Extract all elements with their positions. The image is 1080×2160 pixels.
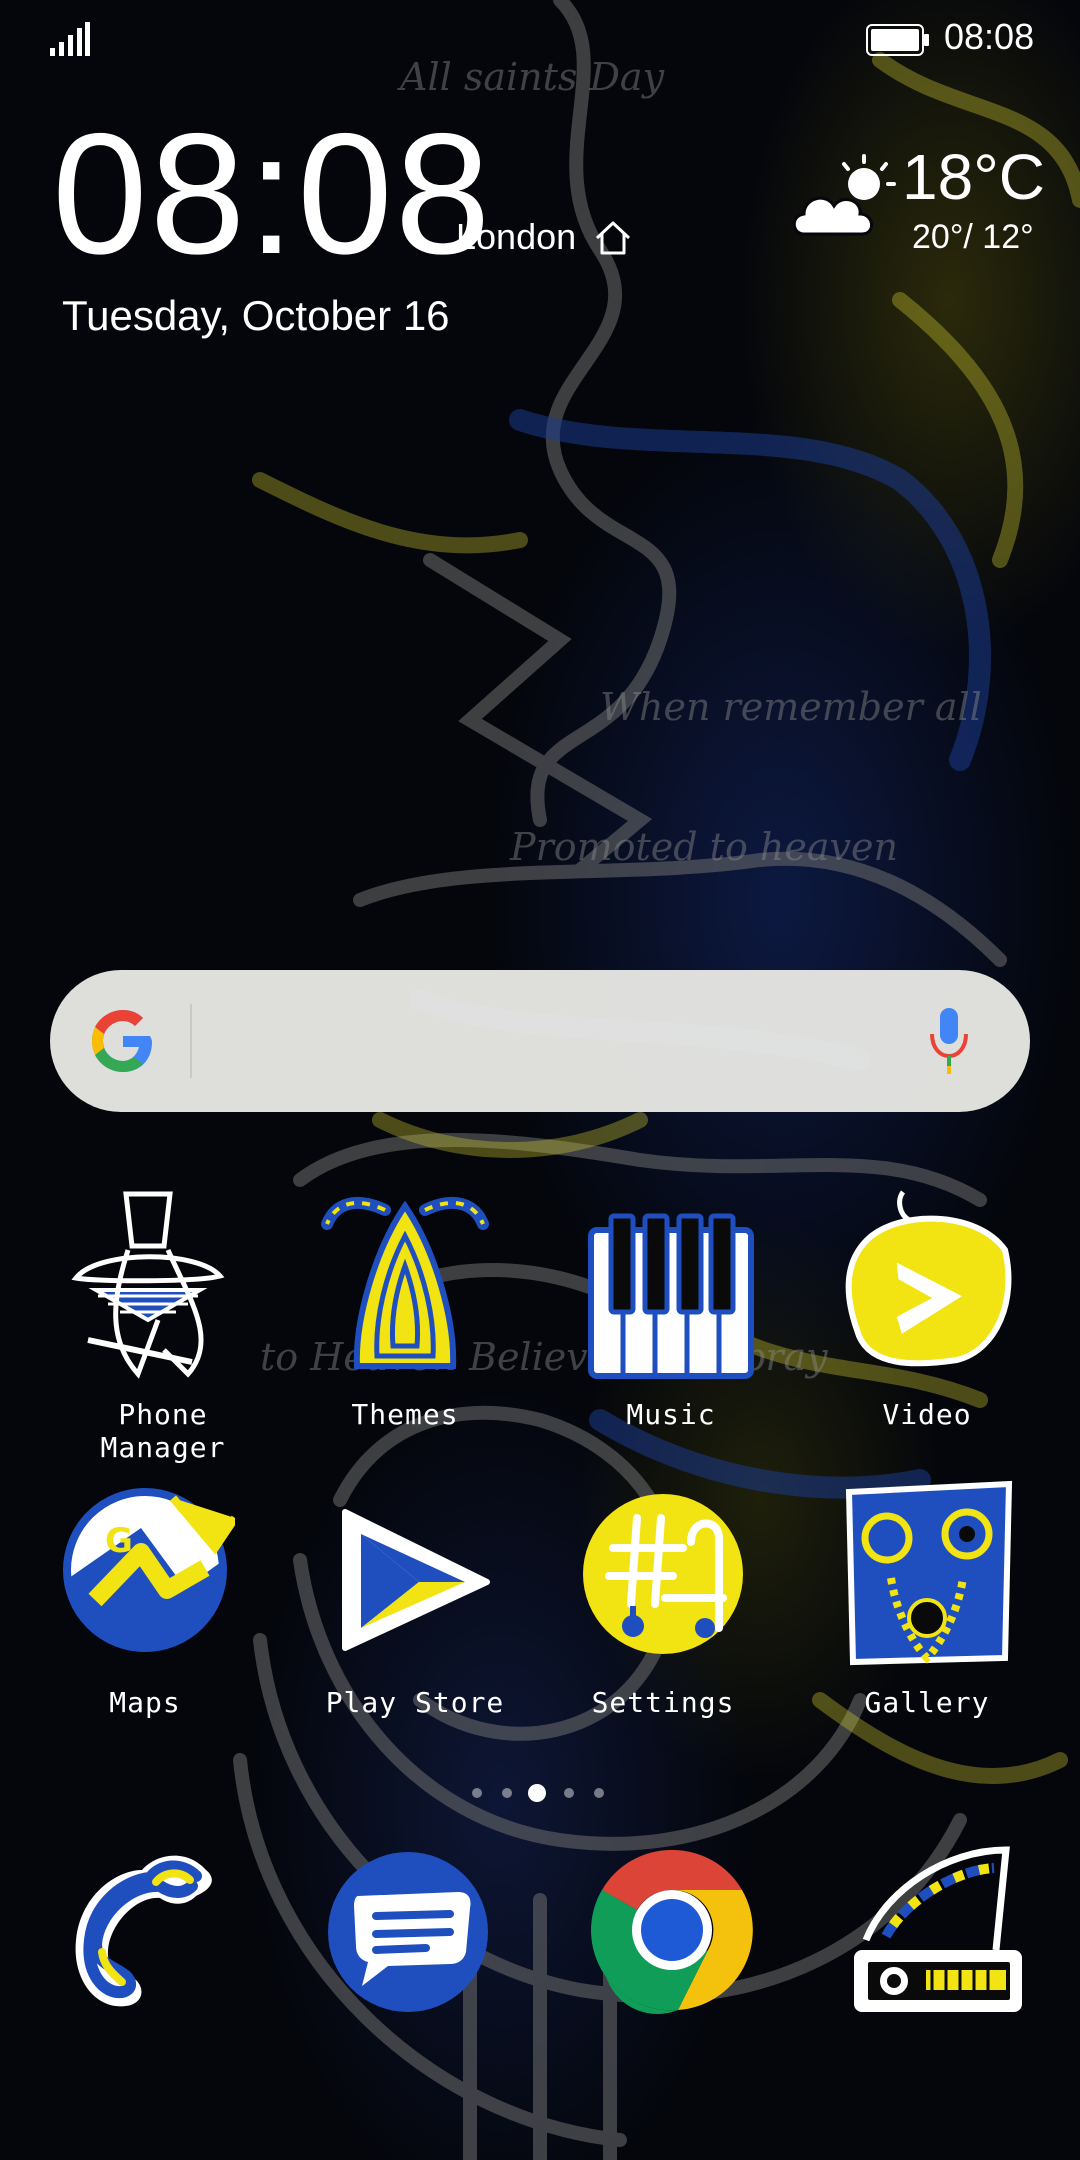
maps-icon: G: [63, 1488, 235, 1652]
gallery-icon: [845, 1480, 1013, 1666]
mic-icon[interactable]: [924, 1004, 974, 1080]
app-themes[interactable]: Themes: [290, 1190, 520, 1450]
page-dot: [502, 1788, 512, 1798]
home-icon: [595, 221, 631, 255]
app-settings[interactable]: Settings: [548, 1478, 778, 1738]
page-dot: [594, 1788, 604, 1798]
app-label: Phone Manager: [100, 1398, 226, 1464]
chrome-icon: [591, 1849, 753, 2015]
phone-manager-icon: [71, 1191, 225, 1379]
weather-temperature: 18°C: [902, 141, 1045, 213]
app-label: Maps: [109, 1686, 181, 1719]
battery-icon: [866, 24, 929, 56]
signal-strength-icon: [50, 22, 90, 56]
video-icon: [845, 1190, 1012, 1367]
status-bar-time: 08:08: [944, 16, 1035, 57]
music-icon: [588, 1213, 754, 1379]
svg-text:G: G: [105, 1521, 133, 1561]
search-cursor-divider: [190, 1004, 192, 1078]
page-dot: [472, 1788, 482, 1798]
status-bar: 08:08: [0, 0, 1080, 80]
page-dot-active: [528, 1784, 546, 1802]
app-label: Video: [882, 1398, 972, 1431]
dock-messages[interactable]: [318, 1840, 498, 2020]
dock-chrome[interactable]: [582, 1840, 762, 2020]
svg-text:When remember all: When remember all: [600, 685, 982, 729]
app-gallery[interactable]: Gallery: [812, 1478, 1042, 1738]
app-maps[interactable]: G Maps: [30, 1478, 260, 1738]
clock-city: London: [456, 216, 577, 257]
page-indicator: [468, 1782, 612, 1806]
settings-icon: [583, 1494, 743, 1654]
dock-camera[interactable]: [846, 1840, 1026, 2020]
google-logo[interactable]: [88, 1006, 158, 1076]
phone-icon: [75, 1855, 212, 2007]
play-store-icon: [342, 1509, 490, 1651]
app-label: Play Store: [325, 1686, 505, 1719]
app-label: Music: [626, 1398, 716, 1431]
app-phone-manager[interactable]: Phone Manager: [68, 1190, 298, 1464]
messages-icon: [328, 1852, 488, 2012]
page-dot: [564, 1788, 574, 1798]
app-label: Gallery: [864, 1686, 990, 1719]
home-screen: All saints Day When remember all Promote…: [0, 0, 1080, 2160]
themes-icon: [321, 1196, 489, 1369]
svg-text:Promoted to heaven: Promoted to heaven: [509, 825, 898, 869]
dock-phone[interactable]: [56, 1840, 236, 2020]
app-label: Themes: [351, 1398, 459, 1431]
camera-icon: [854, 1846, 1022, 2012]
partly-cloudy-icon: [792, 154, 896, 236]
clock-time[interactable]: 08:08: [52, 108, 492, 280]
app-play-store[interactable]: Play Store: [300, 1478, 530, 1738]
app-music[interactable]: Music: [556, 1190, 786, 1450]
clock-date: Tuesday, October 16: [62, 292, 450, 339]
app-label: Settings: [591, 1686, 735, 1719]
app-video[interactable]: Video: [812, 1190, 1042, 1450]
weather-range: 20°/ 12°: [912, 218, 1034, 256]
google-search-bar[interactable]: [50, 970, 1030, 1112]
